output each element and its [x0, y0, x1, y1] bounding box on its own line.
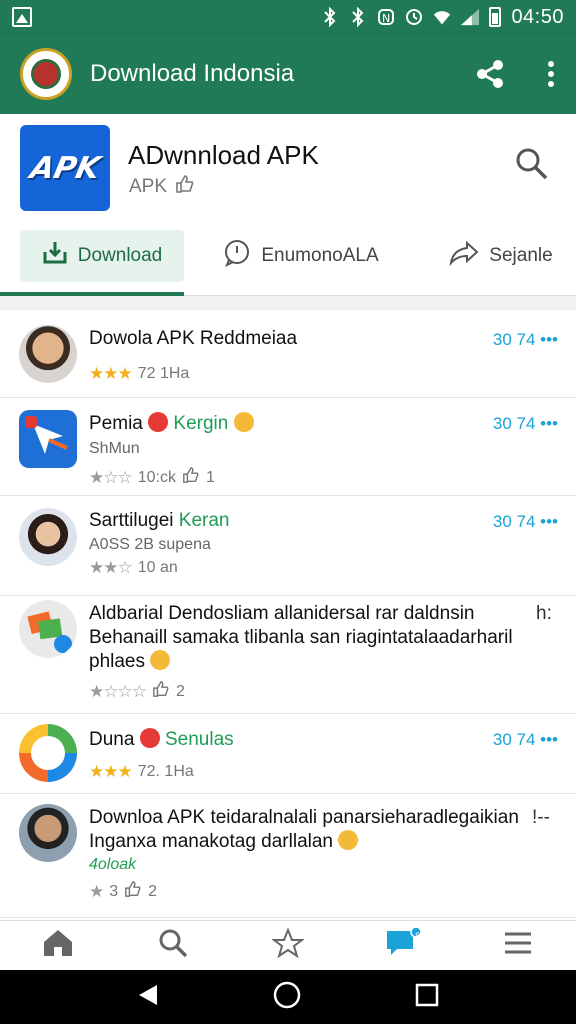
- tab-download[interactable]: Download: [20, 230, 184, 282]
- post-title: Pemia Kergin: [89, 412, 254, 435]
- share-icon[interactable]: [474, 58, 506, 90]
- tab-comments[interactable]: EnumonoALA: [196, 230, 406, 282]
- avatar: [19, 804, 77, 862]
- app-bar: Download Indonsia: [0, 34, 576, 114]
- home-icon: [42, 928, 74, 963]
- list-item[interactable]: Sarttilugei Keran A0SS 2B supena ★★☆ 10 …: [0, 496, 576, 596]
- post-meta: ★☆☆ 10:ck 1: [89, 466, 215, 489]
- smile-emoji-icon: [150, 650, 171, 670]
- wifi-icon: [433, 8, 451, 26]
- rating-stars: ★☆☆☆: [89, 681, 147, 701]
- smile-emoji-icon: [338, 830, 359, 850]
- post-time[interactable]: 30 74 •••: [493, 730, 558, 750]
- back-icon[interactable]: [137, 983, 159, 1012]
- post-body-line-1: Aldbarial Dendosliam allanidersal rar da…: [89, 603, 475, 624]
- tab-share[interactable]: Sejanle: [426, 230, 576, 282]
- download-icon: [42, 240, 68, 272]
- post-time[interactable]: 30 74 •••: [493, 330, 558, 350]
- action-tabs: Download EnumonoALA Sejanle: [0, 230, 576, 294]
- avatar: [19, 600, 77, 658]
- rating-stars: ★★☆: [89, 558, 133, 577]
- bluetooth-icon: [321, 7, 339, 27]
- comment-icon: [223, 239, 251, 273]
- rating-stars: ★☆☆: [89, 467, 133, 487]
- post-body-line-3: phlaes: [89, 650, 171, 674]
- home-circle-icon[interactable]: [273, 981, 301, 1014]
- more-vert-icon[interactable]: [546, 59, 556, 89]
- like-icon[interactable]: [182, 466, 200, 489]
- post-body-line-1: Downloa APK teidaralnalali panarsieharad…: [89, 807, 519, 828]
- smile-emoji-icon: [233, 412, 254, 432]
- post-body-line-2: Inganxa manakotag darllalan: [89, 830, 359, 854]
- rating-stars: ★: [89, 881, 104, 901]
- nav-messages[interactable]: 8: [373, 921, 433, 971]
- like-icon[interactable]: [152, 680, 170, 703]
- signal-icon: [461, 8, 480, 26]
- search-icon: [158, 928, 188, 963]
- post-title: Dowola APK Reddmeiaa: [89, 328, 298, 349]
- app-title: Download Indonsia: [90, 60, 295, 87]
- list-item[interactable]: Aldbarial Dendosliam allanidersal rar da…: [0, 596, 576, 714]
- like-icon[interactable]: [124, 880, 142, 903]
- rating-stars: ★★★: [89, 762, 133, 781]
- app-subtitle: APK: [129, 174, 195, 200]
- status-bar: N 04:50: [0, 0, 576, 34]
- nfc-icon: N: [377, 8, 395, 26]
- post-meta: ★☆☆☆ 2: [89, 680, 185, 703]
- angry-emoji-icon: [148, 412, 169, 432]
- list-item[interactable]: Duna Senulas ★★★ 72. 1Ha 30 74 •••: [0, 714, 576, 794]
- image-notification-icon: [12, 7, 32, 27]
- share-arrow-icon: [449, 240, 479, 272]
- nav-menu[interactable]: [488, 921, 548, 971]
- post-meta: ★★☆ 10 an: [89, 558, 178, 577]
- svg-text:N: N: [382, 12, 390, 25]
- nav-favorites[interactable]: [258, 921, 318, 971]
- battery-icon: [489, 7, 502, 27]
- bottom-navigation: 8: [0, 920, 576, 970]
- post-meta: ★★★ 72. 1Ha: [89, 762, 194, 781]
- rating-stars: ★★★: [89, 364, 133, 383]
- clock-time: 04:50: [511, 5, 564, 28]
- avatar: [19, 724, 77, 782]
- post-body-tail: !--: [532, 807, 550, 828]
- post-title: Sarttilugei Keran: [89, 510, 230, 531]
- menu-icon: [503, 931, 533, 960]
- post-meta: ★ 3 2: [89, 880, 157, 903]
- post-body-line-2: Behanaill samaka tlibanla san riagintata…: [89, 627, 513, 648]
- post-title: Duna Senulas: [89, 728, 234, 750]
- post-time[interactable]: 30 74 •••: [493, 414, 558, 434]
- screen: N 04:50 Download Indonsia APK ADwnnload …: [0, 0, 576, 1024]
- chat-badge: 8: [415, 930, 421, 941]
- list-item[interactable]: Dowola APK Reddmeiaa ★★★ 72 1Ha 30 74 ••…: [0, 310, 576, 398]
- bluetooth-icon: [349, 7, 367, 27]
- section-divider: [0, 296, 576, 310]
- post-meta: ★★★ 72 1Ha: [89, 364, 190, 383]
- avatar: [19, 508, 77, 566]
- angry-emoji-icon: [139, 728, 160, 748]
- alarm-icon: [405, 8, 423, 26]
- list-item[interactable]: Pemia Kergin ShMun ★☆☆ 10:ck 1 30 74 •••: [0, 398, 576, 496]
- avatar: [19, 325, 77, 383]
- thumbs-up-icon: [175, 174, 195, 200]
- apk-app-icon: APK: [20, 125, 110, 211]
- list-item[interactable]: Downloa APK teidaralnalali panarsieharad…: [0, 794, 576, 918]
- avatar: [19, 410, 77, 468]
- post-subtitle: ShMun: [89, 440, 140, 457]
- post-time[interactable]: 30 74 •••: [493, 512, 558, 532]
- search-icon[interactable]: [514, 146, 550, 187]
- post-subtitle: A0SS 2B supena: [89, 536, 211, 553]
- nav-home[interactable]: [28, 921, 88, 971]
- app-logo: [20, 48, 72, 100]
- system-navigation-bar: [0, 970, 576, 1024]
- app-name: ADwnnload APK: [128, 140, 319, 170]
- post-body-tail: h:: [536, 603, 552, 624]
- app-header-card: APK ADwnnload APK APK Download EnumonoAL…: [0, 114, 576, 296]
- nav-search[interactable]: [143, 921, 203, 971]
- post-label: 4oloak: [89, 856, 137, 873]
- star-icon: [270, 927, 305, 963]
- recents-icon[interactable]: [415, 983, 439, 1012]
